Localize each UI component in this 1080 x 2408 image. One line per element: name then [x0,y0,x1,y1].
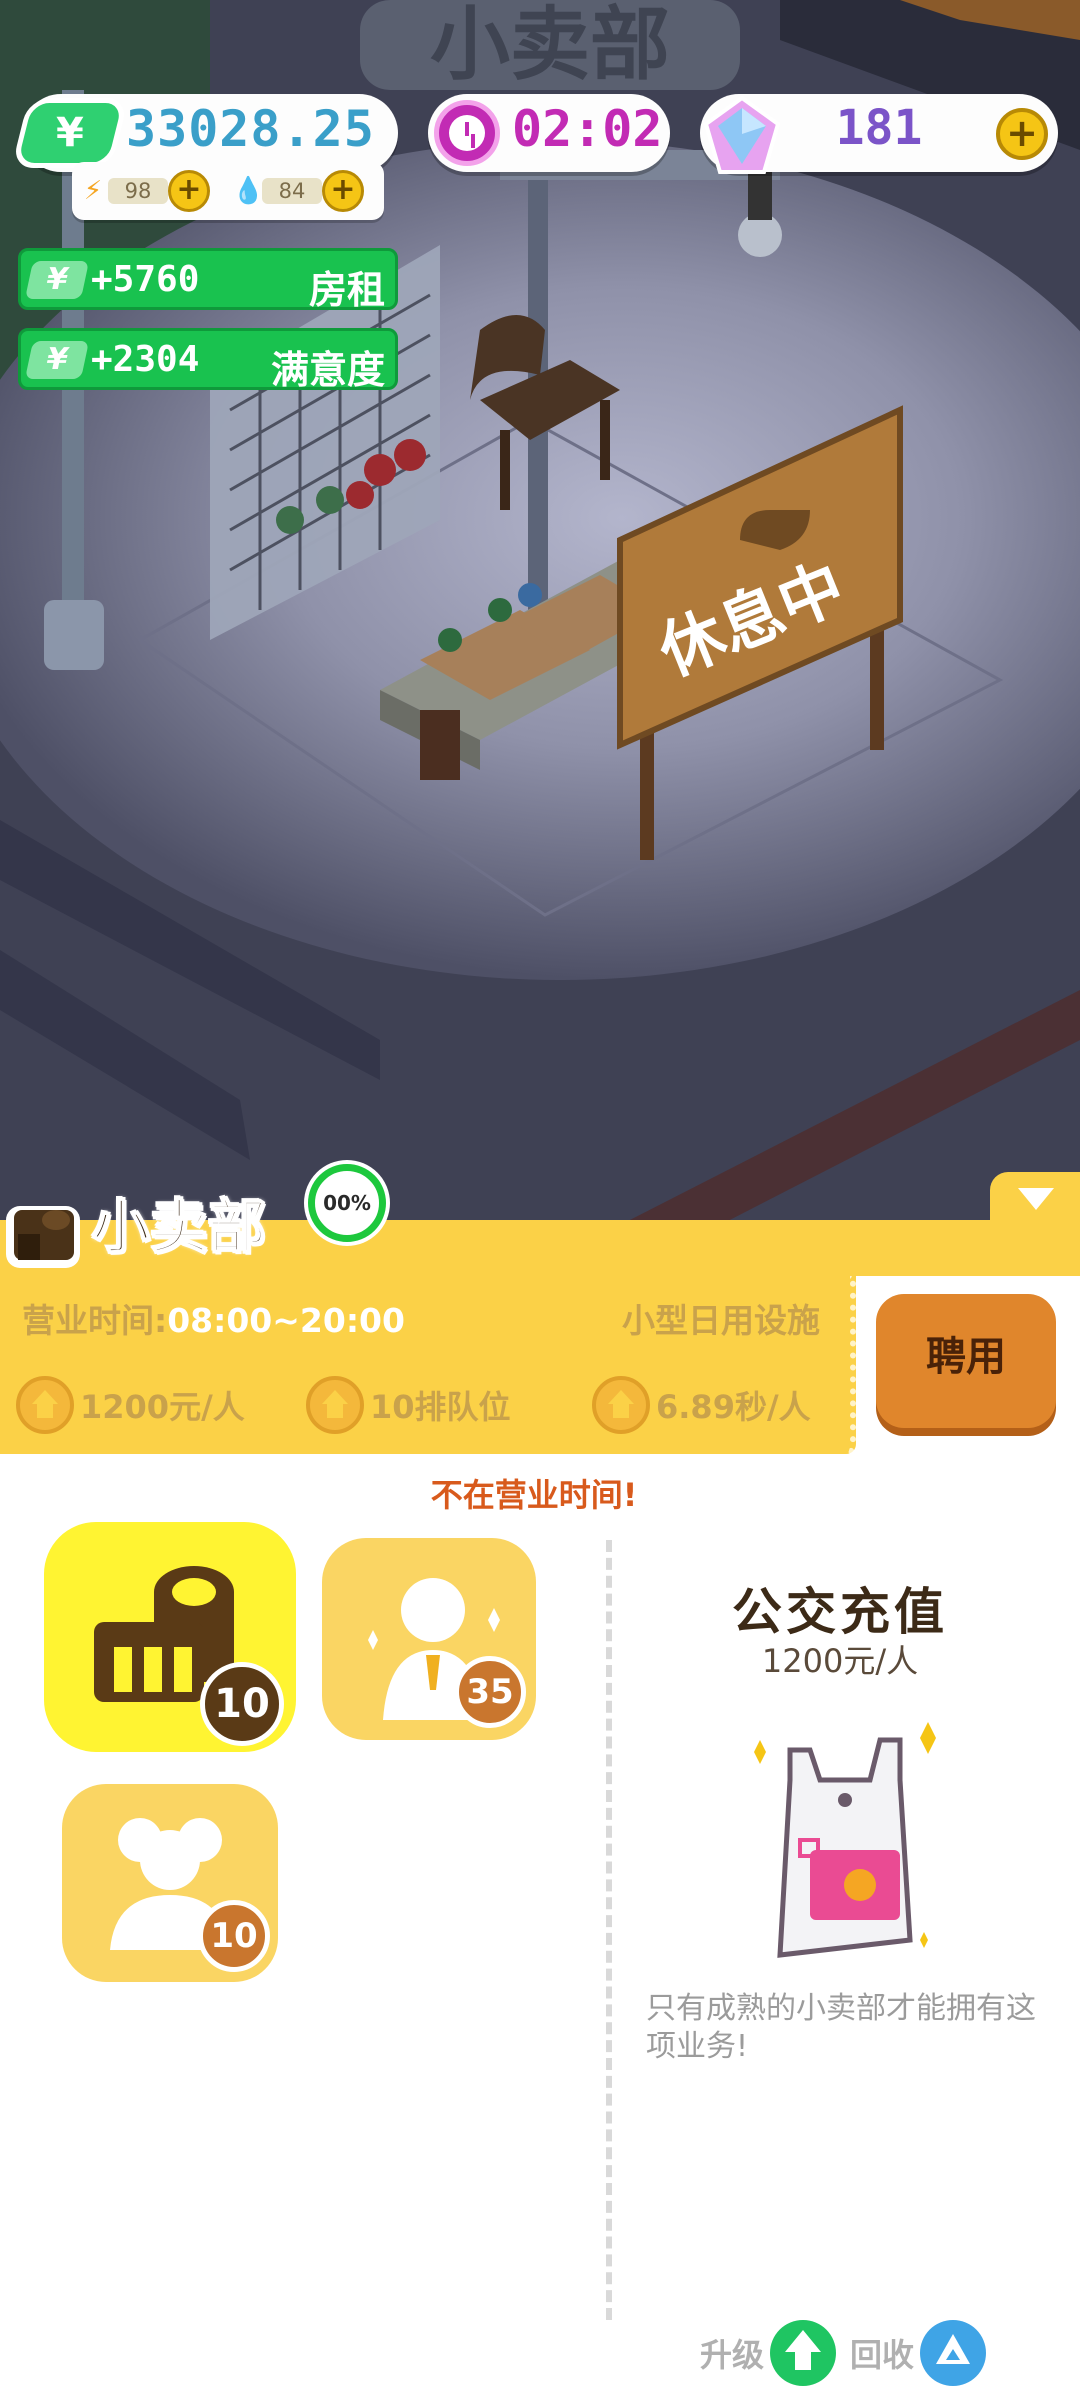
rent-amount: +5760 [91,259,200,300]
service-price: 1200元/人 [761,1642,919,1680]
goods-level-badge: 10 [200,1662,284,1746]
energy-value: 98 [108,178,168,204]
clock-icon [434,100,500,166]
clock-value: 02:02 [512,100,663,158]
footer-actions: 升级 回收 [700,2318,1000,2388]
staff-level-badge: 35 [454,1656,526,1728]
recycle-label: 回收 [850,2336,915,2374]
money-counter[interactable]: ¥ 33028.25 [11,94,398,172]
service-note: 只有成熟的小卖部才能拥有这项业务! [646,1991,1036,2064]
business-hours-label: 营业时间: [22,1301,168,1340]
speed-stat: 6.89秒/人 [592,1376,811,1434]
add-gems-button[interactable]: + [996,108,1048,160]
hire-button[interactable]: 聘用 [876,1294,1056,1428]
queue-stat-value: 10排队位 [370,1388,511,1426]
storefront-sign: 小卖部 [430,0,670,91]
goods-upgrade-tile[interactable]: 10 [44,1522,296,1752]
lightning-icon: ⚡ [83,176,103,206]
yen-icon: ¥ [24,341,90,379]
upgrade-button[interactable] [770,2320,837,2386]
rent-income-bar: ¥ +5760 房租 [18,248,398,312]
shop-title: 小卖部 [91,1192,267,1262]
toilet-paper-icon [6,1206,80,1268]
panel-divider [606,1540,612,2320]
resource-counters: ⚡ 98 + 💧 84 + [72,162,384,220]
shop-progress-ring: 00% [308,1164,386,1242]
upgrade-arrow-icon [592,1376,650,1434]
queue-upgrade-tile[interactable]: 10 [62,1784,278,1982]
service-title: 公交充值 [732,1583,948,1641]
staff-upgrade-tile[interactable]: 35 [322,1538,536,1740]
queue-stat: 10排队位 [306,1376,511,1434]
price-stat: 1200元/人 [16,1376,245,1434]
satisfaction-label: 满意度 [270,348,385,392]
closed-notice: 不在营业时间! [430,1476,638,1514]
price-stat-value: 1200元/人 [80,1388,245,1426]
game-scene[interactable]: 小卖部 休息中 ¥ 33028.25 ⚡ 98 + 💧 84 + 02:02 1… [0,0,1080,1225]
shopping-bag-icon [754,1722,936,1958]
yen-icon: ¥ [24,261,90,299]
gem-counter[interactable]: 181 + [700,94,1058,174]
upgrade-arrow-icon [306,1376,364,1434]
water-counter: 💧 84 + [232,170,364,212]
yen-cash-icon: ¥ [11,98,129,168]
money-value: 33028.25 [126,100,375,158]
water-value: 84 [262,178,322,204]
upgrade-label: 升级 [700,2336,765,2374]
recycle-button[interactable] [920,2320,987,2386]
add-water-button[interactable]: + [322,170,364,212]
satisfaction-amount: +2304 [91,339,200,380]
rent-label: 房租 [308,268,385,312]
facility-type: 小型日用设施 [622,1301,820,1340]
upgrade-arrow-icon [16,1376,74,1434]
satisfaction-income-bar: ¥ +2304 满意度 [18,328,398,392]
business-hours: 营业时间:08:00~20:00 [22,1294,405,1342]
queue-level-badge: 10 [198,1900,270,1972]
energy-counter: ⚡ 98 + [78,170,210,212]
business-hours-value: 08:00~20:00 [167,1301,405,1340]
shop-info-card: 营业时间:08:00~20:00 小型日用设施 1200元/人 10排队位 6.… [0,1276,856,1454]
game-clock: 02:02 [428,94,670,172]
water-drop-icon: 💧 [232,176,265,206]
speed-stat-value: 6.89秒/人 [656,1388,811,1426]
add-energy-button[interactable]: + [168,170,210,212]
